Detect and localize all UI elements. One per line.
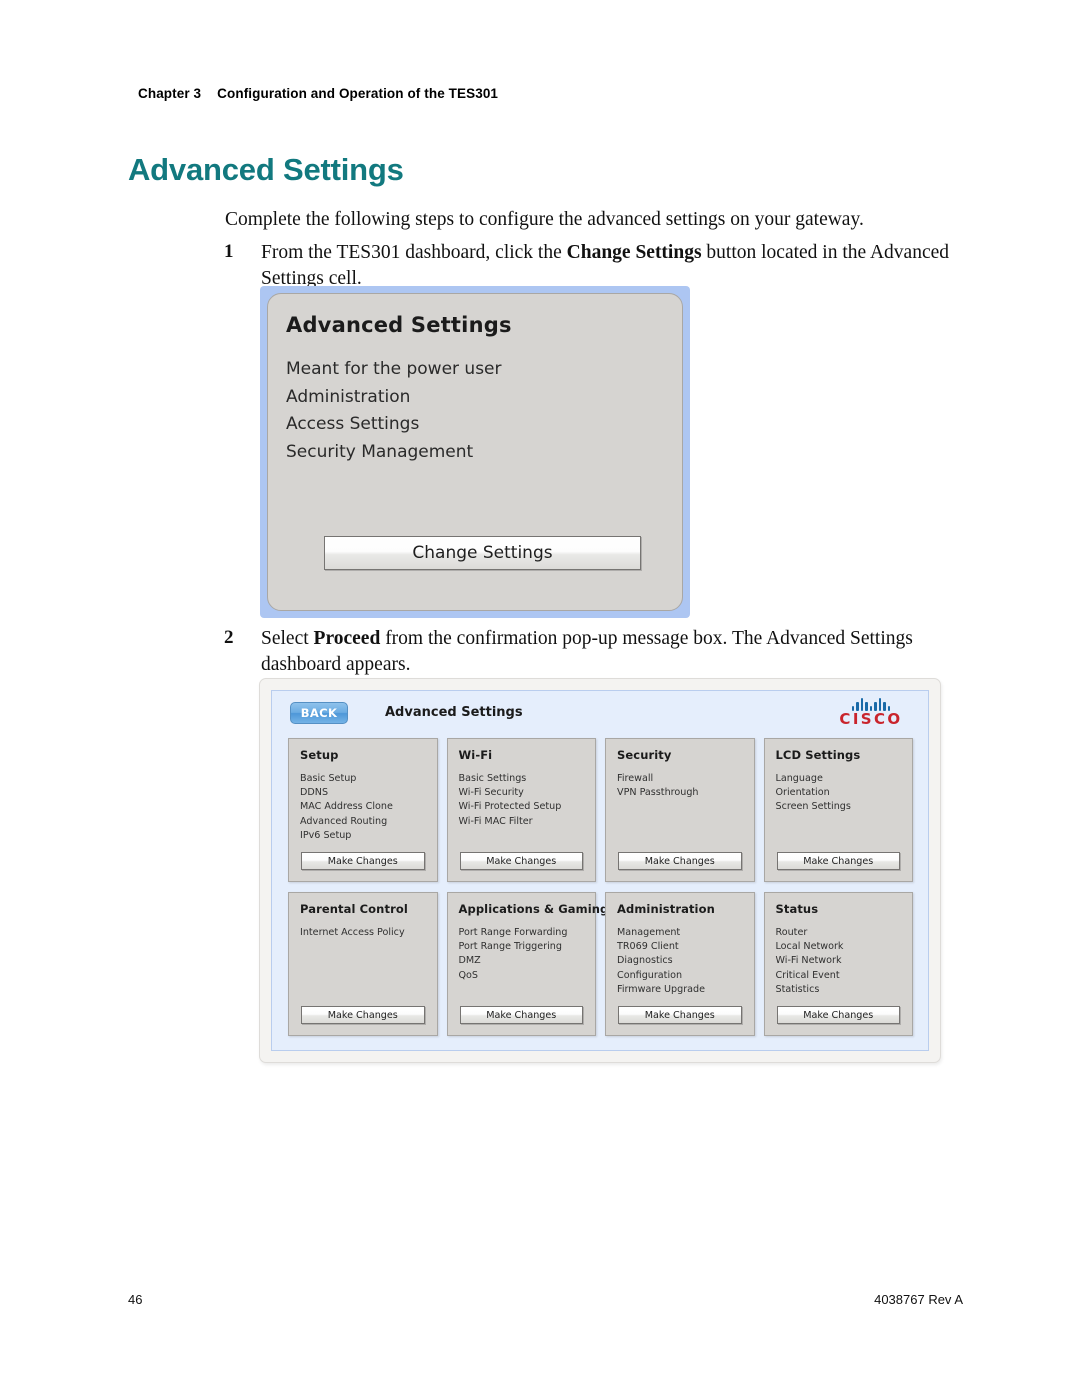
card-title: Status <box>775 902 819 916</box>
step-2-text-before: Select <box>261 628 314 649</box>
card-list-item: Language <box>775 773 823 784</box>
card-list-item: Orientation <box>775 787 830 799</box>
make-changes-button[interactable]: Make Changes <box>776 852 900 870</box>
card-list-item: DDNS <box>300 787 329 799</box>
step-1: 1 From the TES301 dashboard, click the C… <box>224 240 964 291</box>
card-list-item: Wi-Fi Protected Setup <box>458 801 562 813</box>
make-changes-button[interactable]: Make Changes <box>459 852 583 870</box>
dashboard-card-security[interactable]: Security Firewall VPN Passthrough Make C… <box>605 738 755 882</box>
card-list-item: Basic Setup <box>300 773 357 784</box>
running-head-title: Configuration and Operation of the TES30… <box>217 86 499 101</box>
card-item-list: Language Orientation Screen Settings <box>776 772 907 815</box>
make-changes-button[interactable]: Make Changes <box>776 1006 900 1024</box>
card-list-item: Router <box>775 927 808 938</box>
card-list-item: Management <box>617 927 681 938</box>
card-list-item: Wi-Fi MAC Filter <box>458 815 533 827</box>
card-list-item: TR069 Client <box>617 941 679 953</box>
cell-title: Advanced Settings <box>286 313 512 337</box>
card-item-list: Firewall VPN Passthrough <box>617 772 748 800</box>
make-changes-button[interactable]: Make Changes <box>459 1006 583 1024</box>
dashboard-title: Advanced Settings <box>385 705 523 720</box>
card-list-item: DMZ <box>458 955 481 967</box>
card-list-item: Basic Settings <box>458 773 527 784</box>
card-list-item: Port Range Triggering <box>458 941 562 953</box>
running-head-chapter: Chapter 3 <box>138 86 202 101</box>
make-changes-button[interactable]: Make Changes <box>301 1006 425 1024</box>
dashboard-card-wifi[interactable]: Wi-Fi Basic Settings Wi-Fi Security Wi-F… <box>446 738 596 882</box>
cisco-wordmark: CISCO <box>839 710 903 728</box>
card-list-item: Firmware Upgrade <box>617 983 706 995</box>
dashboard-card-applications-gaming[interactable]: Applications & Gaming Port Range Forward… <box>446 892 608 1036</box>
card-list-item: QoS <box>458 969 479 981</box>
card-title: Parental Control <box>300 902 408 916</box>
dashboard-screen: BACK Advanced Settings CISCO Setup Basic… <box>271 690 929 1051</box>
cell-list-item: Access Settings <box>286 414 420 435</box>
card-list-item: Statistics <box>775 983 820 995</box>
make-changes-button[interactable]: Make Changes <box>618 1006 742 1024</box>
page-title: Advanced Settings <box>128 152 404 187</box>
card-title: Setup <box>300 748 339 762</box>
dashboard-card-status[interactable]: Status Router Local Network Wi-Fi Networ… <box>763 892 913 1036</box>
card-item-list: Internet Access Policy <box>300 926 431 940</box>
card-list-item: Wi-Fi Security <box>458 787 524 799</box>
card-list-item: Firewall <box>617 773 654 784</box>
card-list-item: MAC Address Clone <box>300 801 393 813</box>
make-changes-button[interactable]: Make Changes <box>301 852 425 870</box>
card-title: Security <box>617 748 672 762</box>
card-title: Wi-Fi <box>458 748 493 762</box>
card-item-list: Router Local Network Wi-Fi Network Criti… <box>776 926 907 997</box>
running-head: Chapter 3 Configuration and Operation of … <box>138 86 498 101</box>
card-list-item: Advanced Routing <box>300 815 388 827</box>
card-list-item: Critical Event <box>775 969 840 981</box>
make-changes-button[interactable]: Make Changes <box>618 852 742 870</box>
dashboard-card-lcd-settings[interactable]: LCD Settings Language Orientation Screen… <box>763 738 913 882</box>
dashboard-card-grid: Setup Basic Setup DDNS MAC Address Clone… <box>288 738 913 1036</box>
dashboard-card-setup[interactable]: Setup Basic Setup DDNS MAC Address Clone… <box>288 738 438 882</box>
dashboard-topbar: BACK Advanced Settings CISCO <box>272 691 928 735</box>
step-1-bold: Change Settings <box>566 242 702 263</box>
step-1-text: From the TES301 dashboard, click the Cha… <box>261 240 964 291</box>
step-2-text: Select Proceed from the confirmation pop… <box>261 626 964 677</box>
cisco-logo: CISCO <box>828 698 914 728</box>
back-button[interactable]: BACK <box>290 702 348 724</box>
card-list-item: Configuration <box>617 969 683 981</box>
cell-list-item: Administration <box>286 386 411 407</box>
card-list-item: IPv6 Setup <box>300 829 352 841</box>
step-2-number: 2 <box>224 627 234 648</box>
figure-advanced-settings-cell: Advanced Settings Meant for the power us… <box>260 286 690 618</box>
card-list-item: VPN Passthrough <box>617 787 699 799</box>
step-2: 2 Select Proceed from the confirmation p… <box>224 626 964 677</box>
dashboard-card-parental-control[interactable]: Parental Control Internet Access Policy … <box>288 892 438 1036</box>
step-1-text-before: From the TES301 dashboard, click the <box>261 242 567 263</box>
card-item-list: Management TR069 Client Diagnostics Conf… <box>617 926 748 997</box>
card-title: Applications & Gaming <box>458 902 609 916</box>
dashboard-card-administration[interactable]: Administration Management TR069 Client D… <box>605 892 755 1036</box>
cell-list-item: Meant for the power user <box>286 359 502 379</box>
figure-advanced-settings-dashboard: BACK Advanced Settings CISCO Setup Basic… <box>259 678 941 1063</box>
card-title: LCD Settings <box>775 748 861 762</box>
card-list-item: Wi-Fi Network <box>775 955 842 967</box>
card-item-list: Port Range Forwarding Port Range Trigger… <box>459 926 590 983</box>
document-page: Chapter 3 Configuration and Operation of … <box>0 0 1080 1397</box>
card-list-item: Port Range Forwarding <box>458 927 568 938</box>
card-list-item: Diagnostics <box>617 955 673 967</box>
advanced-settings-cell: Advanced Settings Meant for the power us… <box>267 293 683 611</box>
step-1-number: 1 <box>224 241 234 262</box>
step-2-bold: Proceed <box>313 628 381 649</box>
intro-paragraph: Complete the following steps to configur… <box>225 209 864 230</box>
card-item-list: Basic Settings Wi-Fi Security Wi-Fi Prot… <box>459 772 590 829</box>
footer-document-id: 4038767 Rev A <box>874 1292 963 1307</box>
card-list-item: Local Network <box>775 941 844 953</box>
cell-list-item: Security Management <box>286 441 474 462</box>
card-list-item: Screen Settings <box>775 801 851 813</box>
cell-item-list: Meant for the power user Administration … <box>286 356 502 466</box>
change-settings-button[interactable]: Change Settings <box>324 536 641 570</box>
card-item-list: Basic Setup DDNS MAC Address Clone Advan… <box>300 772 431 843</box>
card-title: Administration <box>617 902 715 916</box>
footer-page-number: 46 <box>128 1292 143 1307</box>
card-list-item: Internet Access Policy <box>300 927 405 938</box>
